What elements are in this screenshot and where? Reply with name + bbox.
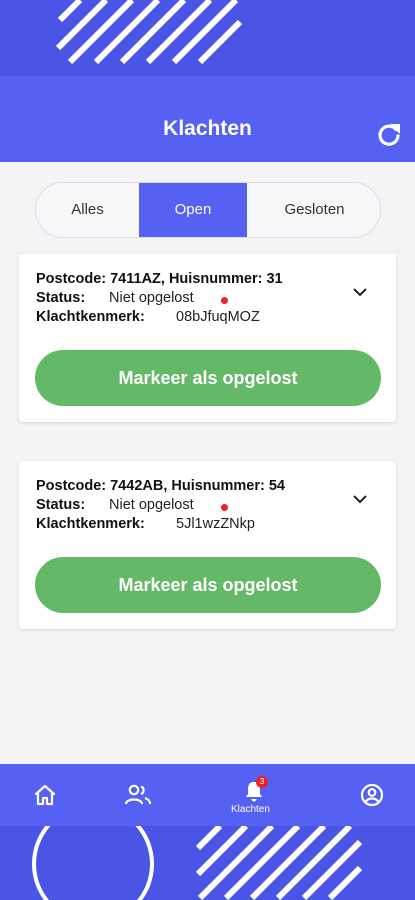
status-dot bbox=[221, 297, 228, 304]
home-icon bbox=[34, 784, 56, 806]
complaint-card: Postcode: 7442AB, Huisnummer: 54 Status:… bbox=[19, 461, 396, 629]
tab-gesloten[interactable]: Gesloten bbox=[247, 183, 380, 237]
main-content: Alles Open Gesloten Postcode: 7411AZ, Hu… bbox=[0, 162, 415, 764]
status-line: Status: Niet opgelost bbox=[36, 290, 194, 306]
mark-resolved-button[interactable]: Markeer als opgelost bbox=[35, 350, 381, 406]
status-label: Status: bbox=[36, 290, 86, 306]
reference-value: 08bJfuqMOZ bbox=[176, 309, 260, 325]
nav-users[interactable] bbox=[112, 764, 162, 826]
status-value: Niet opgelost bbox=[109, 497, 194, 513]
bottom-decoration bbox=[0, 826, 415, 900]
refresh-icon bbox=[378, 124, 400, 146]
reference-label: Klachtkenmerk: bbox=[36, 516, 145, 532]
chevron-down-icon[interactable] bbox=[352, 287, 368, 297]
status-label: Status: bbox=[36, 497, 86, 513]
mark-resolved-button[interactable]: Markeer als opgelost bbox=[35, 557, 381, 613]
status-dot bbox=[221, 504, 228, 511]
tab-open[interactable]: Open bbox=[139, 183, 247, 237]
nav-profile[interactable] bbox=[347, 764, 397, 826]
reference-label: Klachtkenmerk: bbox=[36, 309, 145, 325]
address-line: Postcode: 7411AZ, Huisnummer: 31 bbox=[36, 271, 283, 287]
page-title: Klachten bbox=[163, 117, 252, 140]
complaint-card: Postcode: 7411AZ, Huisnummer: 31 Status:… bbox=[19, 254, 396, 422]
reference-line: Klachtkenmerk: 5Jl1wzZNkp bbox=[36, 516, 255, 532]
tab-alles[interactable]: Alles bbox=[36, 183, 139, 237]
status-filter: Alles Open Gesloten bbox=[35, 182, 381, 238]
profile-icon bbox=[360, 783, 384, 807]
address-line: Postcode: 7442AB, Huisnummer: 54 bbox=[36, 478, 285, 494]
status-value: Niet opgelost bbox=[109, 290, 194, 306]
users-icon bbox=[124, 784, 152, 805]
notification-badge: 3 bbox=[256, 776, 268, 788]
nav-label-klachten: Klachten bbox=[231, 804, 270, 815]
nav-klachten[interactable]: 3 Klachten bbox=[222, 764, 286, 826]
bottom-nav: 3 Klachten bbox=[0, 764, 415, 826]
app-header: Klachten bbox=[0, 76, 415, 162]
top-decoration bbox=[0, 0, 415, 78]
status-line: Status: Niet opgelost bbox=[36, 497, 194, 513]
chevron-down-icon[interactable] bbox=[352, 494, 368, 504]
circle-stripes-decoration bbox=[32, 826, 363, 900]
refresh-button[interactable] bbox=[375, 120, 403, 148]
reference-line: Klachtkenmerk: 08bJfuqMOZ bbox=[36, 309, 260, 325]
nav-home[interactable] bbox=[20, 764, 70, 826]
reference-value: 5Jl1wzZNkp bbox=[176, 516, 255, 532]
stripes-decoration bbox=[55, 0, 243, 65]
